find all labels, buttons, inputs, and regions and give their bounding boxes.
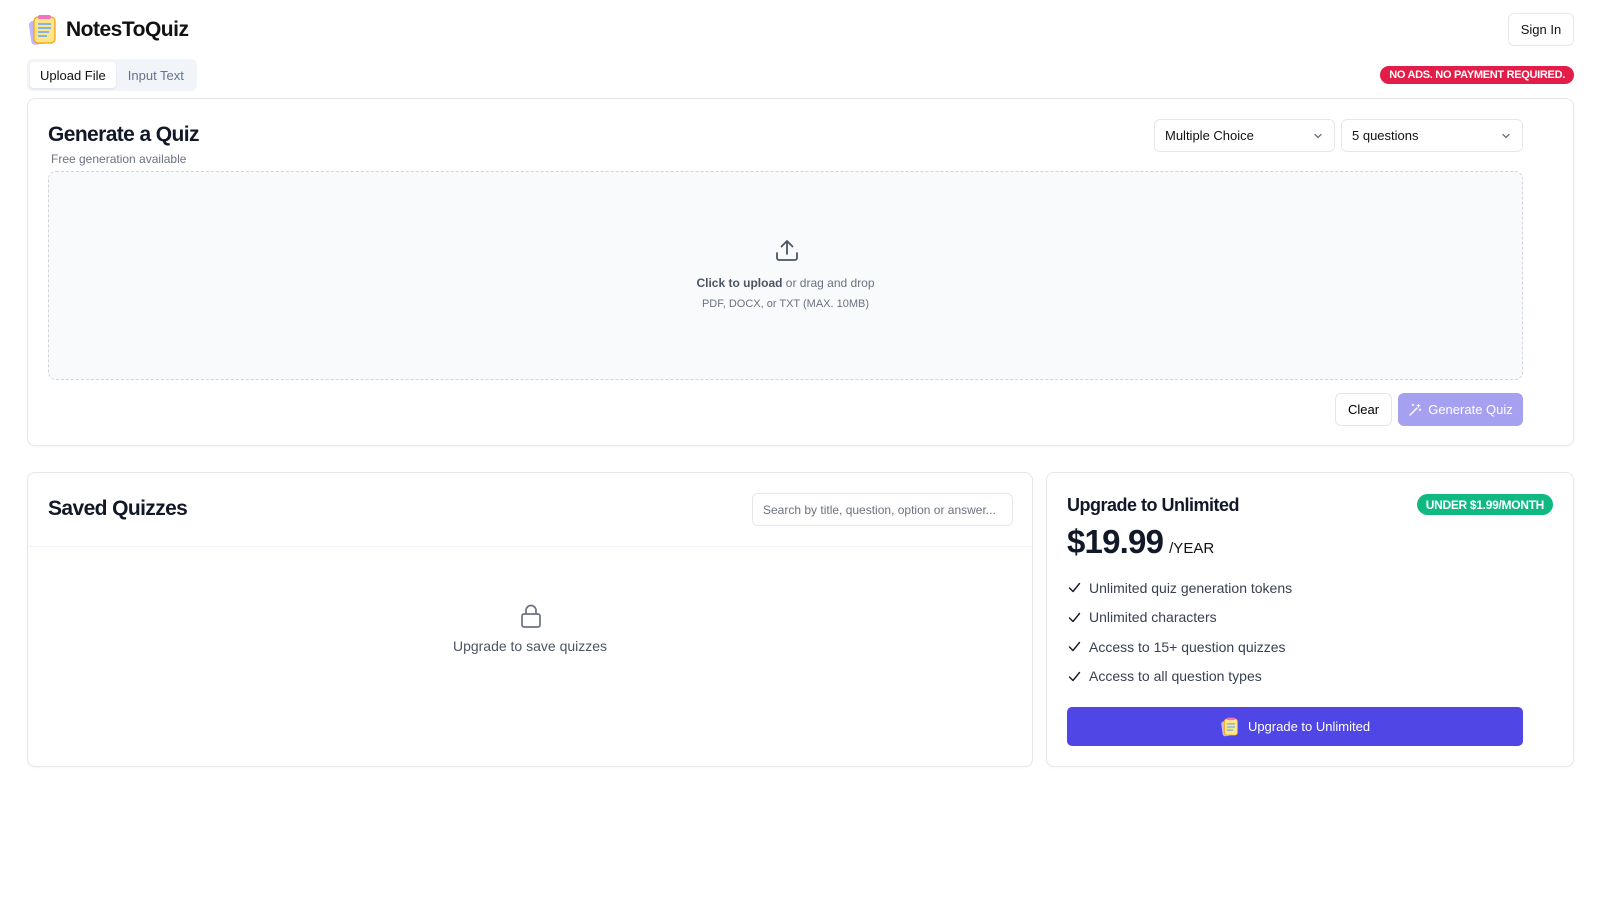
price-amount: $19.99 xyxy=(1067,523,1164,560)
saved-quizzes-title: Saved Quizzes xyxy=(48,497,188,520)
feature-item: Access to 15+ question quizzes xyxy=(1068,632,1292,662)
feature-item: Access to all question types xyxy=(1068,662,1292,692)
feature-label: Access to all question types xyxy=(1089,668,1262,685)
tab-upload-file[interactable]: Upload File xyxy=(30,62,116,88)
chevron-down-icon xyxy=(1314,133,1322,138)
tab-input-text[interactable]: Input Text xyxy=(118,62,194,88)
upgrade-button-label: Upgrade to Unlimited xyxy=(1247,719,1371,734)
question-type-value: Multiple Choice xyxy=(1165,128,1254,143)
notes-logo-icon xyxy=(1221,717,1238,736)
input-mode-tabs: Upload File Input Text xyxy=(27,59,197,91)
generate-quiz-label: Generate Quiz xyxy=(1428,402,1513,417)
price-period: /YEAR xyxy=(1169,540,1215,557)
saved-empty-message: Upgrade to save quizzes xyxy=(452,638,608,654)
generate-quiz-button[interactable]: Generate Quiz xyxy=(1398,393,1523,426)
generate-quiz-card: Generate a Quiz Free generation availabl… xyxy=(27,98,1574,446)
app-logo[interactable]: NotesToQuiz xyxy=(27,14,189,46)
generate-title: Generate a Quiz xyxy=(48,123,199,146)
dropzone-formats: PDF, DOCX, or TXT (MAX. 10MB) xyxy=(701,298,870,310)
question-count-select[interactable]: 5 questions xyxy=(1341,119,1523,152)
upgrade-card: Upgrade to Unlimited UNDER $1.99/MONTH $… xyxy=(1046,472,1574,767)
check-icon xyxy=(1068,671,1081,681)
feature-item: Unlimited quiz generation tokens xyxy=(1068,573,1292,603)
upgrade-button[interactable]: Upgrade to Unlimited xyxy=(1067,707,1523,746)
feature-label: Unlimited characters xyxy=(1089,609,1217,626)
dropzone-instructions: Click to upload or drag and drop xyxy=(49,276,1522,290)
promo-badge: NO ADS. NO PAYMENT REQUIRED. xyxy=(1380,66,1574,84)
generate-subtitle: Free generation available xyxy=(51,152,187,166)
check-icon xyxy=(1068,642,1081,652)
chevron-down-icon xyxy=(1502,133,1510,138)
price: $19.99 /YEAR xyxy=(1067,523,1214,561)
feature-list: Unlimited quiz generation tokens Unlimit… xyxy=(1068,573,1292,691)
search-quizzes-input[interactable] xyxy=(752,493,1013,526)
check-icon xyxy=(1068,612,1081,622)
file-dropzone[interactable]: Click to upload or drag and drop PDF, DO… xyxy=(48,171,1523,380)
drag-drop-text: or drag and drop xyxy=(782,276,875,290)
sign-in-button[interactable]: Sign In xyxy=(1508,13,1574,46)
upload-icon xyxy=(776,240,798,261)
monthly-price-badge: UNDER $1.99/MONTH xyxy=(1416,494,1553,515)
clear-button[interactable]: Clear xyxy=(1335,393,1392,426)
notes-logo-icon xyxy=(27,14,59,46)
divider xyxy=(28,546,1032,547)
click-to-upload-text[interactable]: Click to upload xyxy=(696,276,782,290)
check-icon xyxy=(1068,583,1081,593)
question-count-value: 5 questions xyxy=(1352,128,1419,143)
lock-icon xyxy=(521,604,541,628)
upgrade-title: Upgrade to Unlimited xyxy=(1067,495,1240,515)
feature-label: Unlimited quiz generation tokens xyxy=(1089,579,1293,596)
feature-item: Unlimited characters xyxy=(1068,603,1292,633)
magic-wand-icon xyxy=(1409,403,1422,416)
app-name: NotesToQuiz xyxy=(66,18,189,41)
feature-label: Access to 15+ question quizzes xyxy=(1089,638,1286,655)
saved-quizzes-card: Saved Quizzes Upgrade to save quizzes xyxy=(27,472,1033,767)
question-type-select[interactable]: Multiple Choice xyxy=(1154,119,1335,152)
